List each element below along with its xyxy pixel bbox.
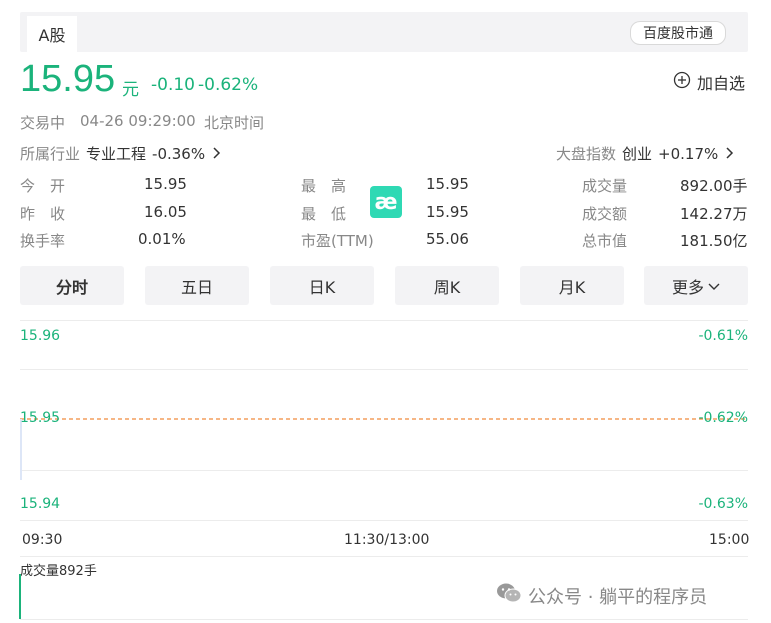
y-axis-bottom-label: 15.94 — [20, 496, 61, 512]
stat-market-cap-label: 总市值 — [582, 232, 628, 250]
chevron-down-icon — [708, 276, 720, 295]
stat-low-value: 15.95 — [426, 203, 469, 221]
pct-axis-bottom-label: -0.63% — [698, 496, 748, 512]
pct-axis-top-label: -0.61% — [698, 328, 748, 344]
stat-prev-close-label: 昨 收 — [20, 205, 66, 223]
time-close-label: 15:00 — [709, 532, 750, 548]
baidu-stock-button[interactable]: 百度股市通 — [630, 21, 726, 45]
stat-open-value: 15.95 — [144, 175, 187, 193]
stat-turnover-value: 0.01% — [138, 230, 186, 248]
stat-amount-label: 成交额 — [582, 205, 628, 223]
time-midday-label: 11:30/13:00 — [344, 532, 430, 548]
tab-monthly-k[interactable]: 月K — [520, 266, 624, 305]
stat-high-label: 最 高 — [301, 177, 347, 195]
tab-daily-k[interactable]: 日K — [270, 266, 374, 305]
stat-turnover-label: 换手率 — [20, 232, 66, 250]
intraday-chart — [20, 418, 748, 480]
volume-label: 成交量892手 — [20, 564, 97, 579]
y-axis-top-label: 15.96 — [20, 328, 61, 344]
stat-low-label: 最 低 — [301, 205, 347, 223]
stat-pe-label: 市盈(TTM) — [301, 232, 374, 250]
tab-more[interactable]: 更多 — [644, 266, 748, 305]
stat-volume-label: 成交量 — [582, 177, 628, 195]
market-index-label: 大盘指数 — [556, 145, 617, 163]
y-axis-mid-label: 15.95 — [20, 410, 61, 426]
stat-pe-value: 55.06 — [426, 230, 469, 248]
tab-five-day[interactable]: 五日 — [145, 266, 249, 305]
stat-market-cap-value: 181.50亿 — [680, 232, 748, 250]
stat-amount-value: 142.27万 — [680, 205, 748, 223]
volume-bar — [19, 574, 21, 619]
market-index-name: 创业 — [622, 145, 653, 163]
quote-datetime: 04-26 09:29:00 — [80, 112, 196, 130]
stat-volume-value: 892.00手 — [680, 177, 748, 195]
price-change: -0.10 — [151, 75, 195, 95]
chart-gridline — [20, 556, 748, 557]
time-open-label: 09:30 — [22, 532, 63, 548]
chevron-right-icon — [211, 145, 221, 163]
add-watchlist-label: 加自选 — [697, 74, 746, 93]
watermark-text: 公众号 · 躺平的程序员 — [528, 586, 708, 608]
plus-circle-icon — [673, 71, 691, 93]
chart-gridline — [20, 520, 748, 521]
industry-name: 专业工程 — [86, 145, 147, 163]
watermark: 公众号 · 躺平的程序员 — [496, 582, 707, 609]
more-label: 更多 — [671, 277, 704, 297]
trading-status: 交易中 — [20, 114, 66, 132]
stat-open-label: 今 开 — [20, 177, 66, 195]
tab-intraday[interactable]: 分时 — [20, 266, 124, 305]
chart-gridline — [20, 619, 748, 620]
market-index-change: +0.17% — [658, 144, 719, 163]
ae-logo-icon: æ — [370, 186, 402, 218]
wechat-icon — [496, 582, 522, 609]
add-watchlist-button[interactable]: 加自选 — [673, 70, 745, 94]
price-unit: 元 — [122, 80, 139, 100]
chevron-right-icon — [724, 145, 734, 163]
industry-label: 所属行业 — [20, 145, 81, 163]
tab-weekly-k[interactable]: 周K — [395, 266, 499, 305]
pct-axis-mid-label: -0.62% — [698, 410, 748, 426]
market-index-link[interactable]: 大盘指数 创业 +0.17% — [556, 143, 734, 164]
tab-a-share[interactable]: A股 — [27, 16, 77, 52]
industry-change: -0.36% — [152, 144, 206, 163]
industry-link[interactable]: 所属行业 专业工程 -0.36% — [20, 143, 221, 164]
stat-prev-close-value: 16.05 — [144, 203, 187, 221]
price-change-pct: -0.62% — [198, 75, 259, 95]
stat-high-value: 15.95 — [426, 175, 469, 193]
quote-timezone: 北京时间 — [204, 114, 265, 132]
current-price: 15.95 — [20, 58, 116, 100]
